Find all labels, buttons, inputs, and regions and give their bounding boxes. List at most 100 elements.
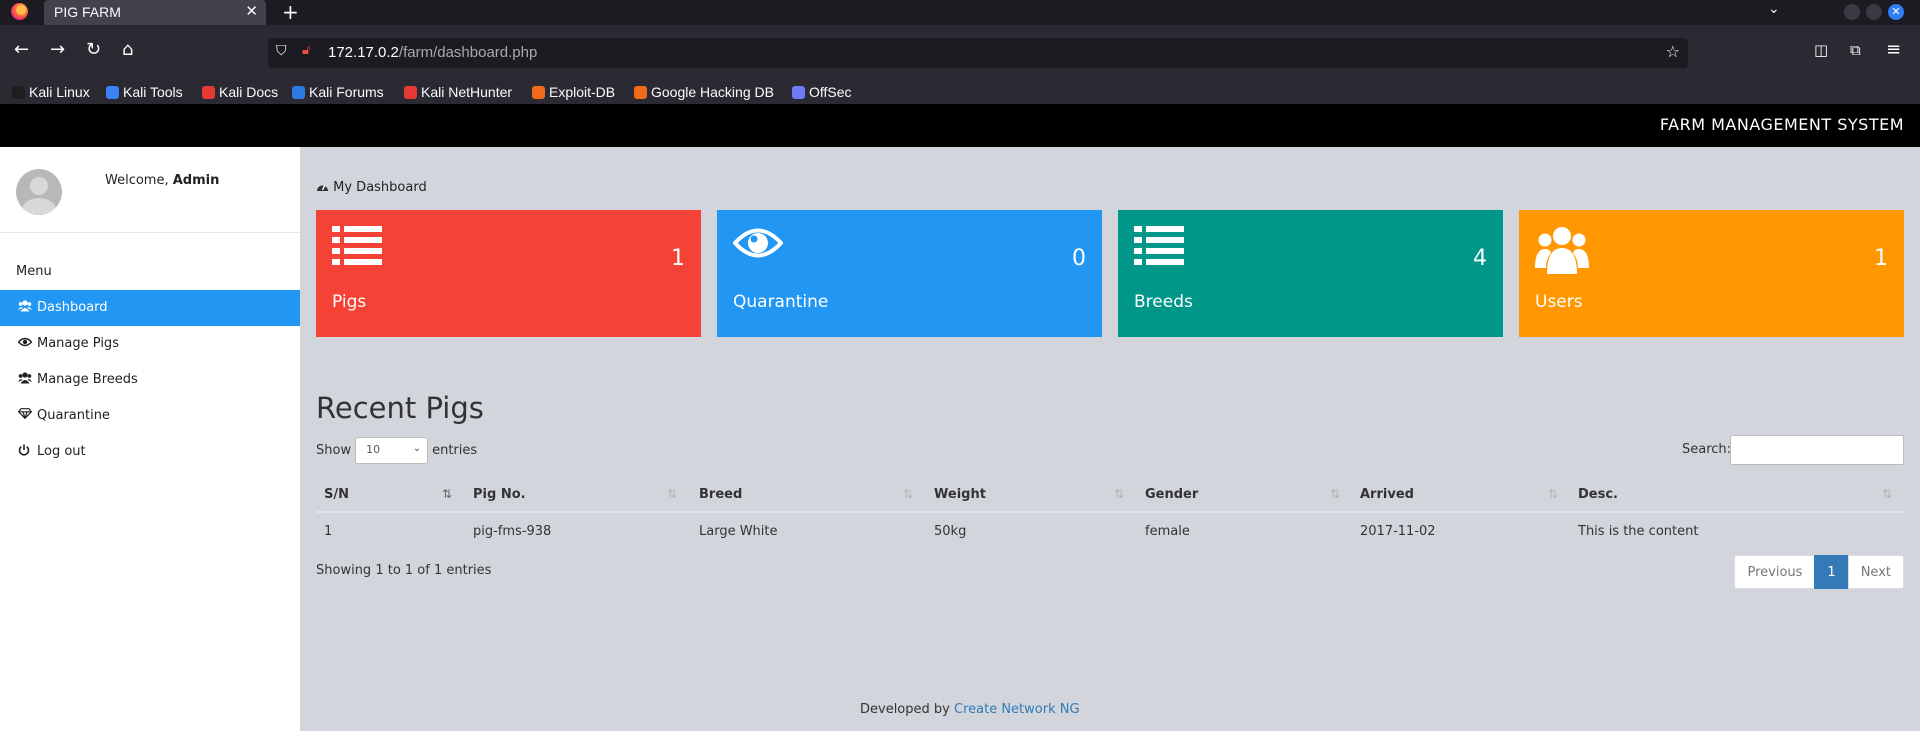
welcome-text: Welcome, Admin [105,173,220,188]
users-label: Users [1535,292,1583,312]
show-entries-control: Show 10 ⌄ entries [316,437,477,464]
bookmark-kali-tools[interactable]: Kali Tools [106,84,183,100]
page-size-select[interactable]: 10 ⌄ [355,437,429,464]
sidebar-divider [0,232,300,233]
bookmark-offsec[interactable]: OffSec [792,84,852,100]
list-icon [332,226,382,270]
offsec-icon [792,86,805,99]
sort-icon[interactable]: ⇅ [1882,487,1892,501]
sidebar-item-manage-breeds[interactable]: Manage Breeds [0,362,300,398]
tab-list-chevron-icon[interactable]: ⌄ [1768,1,1780,17]
browser-tab[interactable]: PIG FARM ✕ [44,0,266,25]
next-page-button[interactable]: Next [1847,555,1904,589]
extensions-icon[interactable]: ⧉ [1850,41,1861,59]
bookmark-star-icon[interactable]: ☆ [1666,42,1680,61]
footer: Developed by Create Network NG [860,702,1080,717]
power-icon [18,444,30,459]
sort-icon[interactable]: ⇅ [1548,487,1558,501]
previous-page-button[interactable]: Previous [1734,555,1816,589]
menu-heading: Menu [16,264,52,279]
pigs-tile[interactable]: 1 Pigs [316,210,701,337]
bookmark-exploit-db[interactable]: Exploit-DB [532,84,615,100]
quarantine-label: Quarantine [733,292,829,312]
chevron-down-icon: ⌄ [412,443,422,454]
sort-asc-icon[interactable]: ⇅ [442,487,452,501]
quarantine-count: 0 [1072,246,1086,271]
new-tab-icon[interactable]: + [282,0,299,24]
bookmark-kali-linux[interactable]: Kali Linux [12,84,90,100]
table-header: S/N ⇅ Pig No. ⇅ Breed ⇅ Weight ⇅ Gender … [316,477,1904,513]
kali-tools-icon [106,86,119,99]
eye-icon [732,226,784,264]
app-header: FARM MANAGEMENT SYSTEM [0,104,1920,147]
sidebar-item-quarantine[interactable]: Quarantine [0,398,300,434]
sidebar-item-dashboard[interactable]: Dashboard [0,290,300,326]
web-page: FARM MANAGEMENT SYSTEM Welcome, Admin Me… [0,104,1920,731]
col-desc[interactable]: Desc. [1578,487,1618,502]
address-bar[interactable]: ⛉ 🔓︎ 172.17.0.2/farm/dashboard.php ☆ [268,38,1688,68]
back-icon[interactable]: ← [14,39,29,60]
col-breed[interactable]: Breed [699,487,742,502]
pigs-count: 1 [671,246,685,271]
tab-title: PIG FARM [54,4,121,20]
url-path: /farm/dashboard.php [398,44,538,61]
sidebar-item-logout[interactable]: Log out [0,434,300,470]
bookmark-kali-nethunter[interactable]: Kali NetHunter [404,84,512,100]
sidebar: Welcome, Admin Menu Dashboard Manage Pig… [0,147,300,731]
dashboard-gauge-icon [316,180,333,195]
tracking-shield-icon[interactable]: ⛉ [276,43,287,59]
breeds-count: 4 [1473,246,1487,271]
recent-pigs-heading: Recent Pigs [316,391,484,425]
sort-icon[interactable]: ⇅ [1330,487,1340,501]
users-icon [1535,226,1589,280]
welcome-user: Admin [172,173,220,188]
col-sn[interactable]: S/N [324,487,349,502]
sidebar-item-manage-pigs[interactable]: Manage Pigs [0,326,300,362]
browser-tab-bar: PIG FARM ✕ + ⌄ ✕ [0,0,1920,25]
url-host: 172.17.0.2 [328,44,399,61]
sort-icon[interactable]: ⇅ [1114,487,1124,501]
close-window-button[interactable]: ✕ [1888,4,1904,20]
breeds-tile[interactable]: 4 Breeds [1118,210,1503,337]
page-1-button[interactable]: 1 [1814,555,1849,589]
hamburger-menu-icon[interactable]: ≡ [1886,39,1901,60]
bookmark-kali-forums[interactable]: Kali Forums [292,84,384,100]
reload-icon[interactable]: ↻ [86,39,101,60]
search-input[interactable] [1730,435,1904,465]
avatar [16,169,62,215]
breeds-label: Breeds [1134,292,1193,312]
sort-icon[interactable]: ⇅ [667,487,677,501]
list-icon [1134,226,1184,270]
home-icon[interactable]: ⌂ [122,39,133,60]
firefox-logo-icon[interactable] [11,3,28,20]
forward-icon[interactable]: → [50,39,65,60]
col-pig-no[interactable]: Pig No. [473,487,526,502]
bookmark-kali-docs[interactable]: Kali Docs [202,84,278,100]
page-title: My Dashboard [333,180,427,195]
col-gender[interactable]: Gender [1145,487,1198,502]
insecure-lock-icon[interactable]: 🔓︎ [302,43,310,58]
col-arrived[interactable]: Arrived [1360,487,1414,502]
table-row[interactable]: 1 pig-fms-938 Large White 50kg female 20… [316,513,1904,553]
users-count: 1 [1874,246,1888,271]
sort-icon[interactable]: ⇅ [903,487,913,501]
col-weight[interactable]: Weight [934,487,986,502]
kali-docs-icon [202,86,215,99]
browser-nav-bar: ← → ↻ ⌂ ⛉ 🔓︎ 172.17.0.2/farm/dashboard.p… [0,25,1920,81]
minimize-window-button[interactable] [1844,4,1860,20]
users-icon [18,300,32,315]
ghdb-icon [634,86,647,99]
app-brand[interactable]: FARM MANAGEMENT SYSTEM [1660,115,1904,134]
developer-link[interactable]: Create Network NG [954,702,1080,717]
bookmarks-toolbar: Kali Linux Kali Tools Kali Docs Kali For… [0,81,1920,104]
breadcrumb: My Dashboard [316,180,427,195]
users-tile[interactable]: 1 Users [1519,210,1904,337]
bookmark-google-hacking-db[interactable]: Google Hacking DB [634,84,774,100]
quarantine-tile[interactable]: 0 Quarantine [717,210,1102,337]
tab-close-icon[interactable]: ✕ [245,2,258,20]
kali-dragon-icon [12,86,25,99]
search-label: Search: [1682,442,1732,457]
pocket-icon[interactable]: ◫ [1814,41,1828,59]
maximize-window-button[interactable] [1866,4,1882,20]
url-text[interactable]: 172.17.0.2/farm/dashboard.php [328,44,537,61]
